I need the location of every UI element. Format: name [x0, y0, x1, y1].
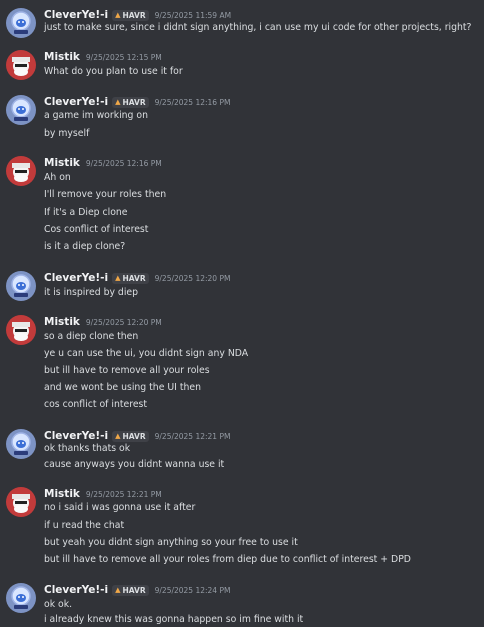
avatar-mistik[interactable]: [6, 156, 36, 186]
message-text: a game im working on: [44, 110, 148, 121]
timestamp: 9/25/2025 12:21 PM: [154, 431, 231, 441]
message-text: cos conflict of interest: [44, 399, 148, 410]
flame-icon: ▲: [115, 431, 121, 440]
message-text: cause anyways you didnt wanna use it: [44, 459, 225, 470]
server-tag-badge[interactable]: ▲ HAVR: [112, 9, 149, 21]
server-tag-label: HAVR: [122, 10, 146, 20]
server-tag-label: HAVR: [122, 585, 146, 595]
message-text: but ill have to remove all your roles: [44, 365, 210, 376]
server-tag-badge[interactable]: ▲ HAVR: [112, 584, 149, 596]
message-text: ok thanks thats ok: [44, 443, 131, 454]
timestamp: 9/25/2025 12:16 PM: [154, 97, 231, 107]
flame-icon: ▲: [115, 273, 121, 282]
timestamp: 9/25/2025 12:15 PM: [85, 52, 162, 62]
timestamp: 9/25/2025 12:20 PM: [85, 317, 162, 327]
message-text: I'll remove your roles then: [44, 189, 167, 200]
avatar-cleveryeli[interactable]: [6, 8, 36, 38]
server-tag-label: HAVR: [122, 431, 146, 441]
message-text: if u read the chat: [44, 520, 125, 531]
message-text: but yeah you didnt sign anything so your…: [44, 537, 298, 548]
flame-icon: ▲: [115, 10, 121, 19]
message-text: no i said i was gonna use it after: [44, 502, 196, 513]
message-text: but ill have to remove all your roles fr…: [44, 554, 411, 565]
avatar-mistik[interactable]: [6, 50, 36, 80]
message-text: i already knew this was gonna happen so …: [44, 614, 304, 625]
avatar-mistik[interactable]: [6, 315, 36, 345]
message-text: Ah on: [44, 172, 71, 183]
server-tag-label: HAVR: [122, 273, 146, 283]
avatar-mistik[interactable]: [6, 487, 36, 517]
message-text: it is inspired by diep: [44, 287, 139, 298]
message-text: What do you plan to use it for: [44, 66, 183, 77]
username[interactable]: CleverYe!-i: [44, 272, 108, 284]
avatar-cleveryeli[interactable]: [6, 271, 36, 301]
message-text: ok ok.: [44, 599, 73, 610]
avatar-cleveryeli[interactable]: [6, 95, 36, 125]
server-tag-badge[interactable]: ▲ HAVR: [112, 430, 149, 442]
server-tag-badge[interactable]: ▲ HAVR: [112, 272, 149, 284]
username[interactable]: CleverYe!-i: [44, 96, 108, 108]
username[interactable]: CleverYe!-i: [44, 430, 108, 442]
timestamp: 9/25/2025 11:59 AM: [154, 10, 232, 20]
avatar-cleveryeli[interactable]: [6, 429, 36, 459]
message-text: and we wont be using the UI then: [44, 382, 202, 393]
username[interactable]: Mistik: [44, 51, 80, 63]
flame-icon: ▲: [115, 97, 121, 106]
username[interactable]: CleverYe!-i: [44, 584, 108, 596]
message-text: so a diep clone then: [44, 331, 139, 342]
timestamp: 9/25/2025 12:20 PM: [154, 273, 231, 283]
timestamp: 9/25/2025 12:16 PM: [85, 158, 162, 168]
username[interactable]: CleverYe!-i: [44, 9, 108, 21]
username[interactable]: Mistik: [44, 157, 80, 169]
username[interactable]: Mistik: [44, 316, 80, 328]
timestamp: 9/25/2025 12:21 PM: [85, 489, 162, 499]
message-text: by myself: [44, 128, 90, 139]
avatar-cleveryeli[interactable]: [6, 583, 36, 613]
server-tag-label: HAVR: [122, 97, 146, 107]
chat-message-list: CleverYe!-i ▲ HAVR 9/25/2025 11:59 AM ju…: [0, 0, 484, 627]
timestamp: 9/25/2025 12:24 PM: [154, 585, 231, 595]
message-text: Cos conflict of interest: [44, 224, 149, 235]
server-tag-badge[interactable]: ▲ HAVR: [112, 96, 149, 108]
message-text: is it a diep clone?: [44, 241, 126, 252]
message-text: If it's a Diep clone: [44, 207, 128, 218]
message-text: just to make sure, since i didnt sign an…: [44, 22, 472, 33]
username[interactable]: Mistik: [44, 488, 80, 500]
flame-icon: ▲: [115, 585, 121, 594]
message-text: ye u can use the ui, you didnt sign any …: [44, 348, 249, 359]
